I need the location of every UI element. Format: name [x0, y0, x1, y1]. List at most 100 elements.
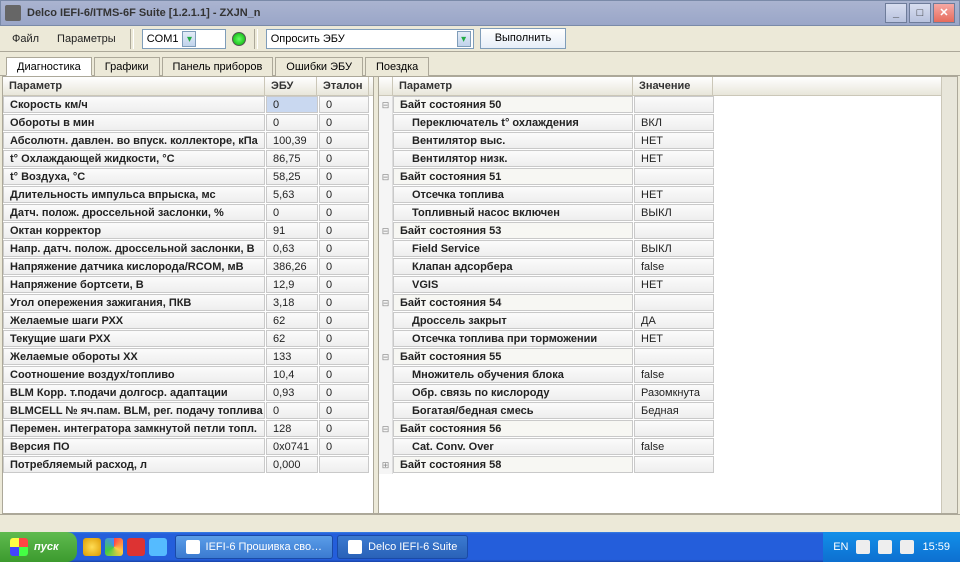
minimize-button[interactable]: _	[885, 3, 907, 23]
table-row[interactable]: Датч. полож. дроссельной заслонки, %00	[3, 204, 373, 222]
collapse-icon[interactable]: ⊟	[379, 294, 393, 312]
tree-branch[interactable]: ⊟Байт состояния 55	[379, 348, 941, 366]
collapse-icon[interactable]: ⊟	[379, 420, 393, 438]
table-row[interactable]: Напряжение бортсети, В12,90	[3, 276, 373, 294]
tab-diagnostics[interactable]: Диагностика	[6, 57, 92, 76]
param-name: Напряжение бортсети, В	[3, 276, 265, 293]
table-row[interactable]: BLM Корр. т.подачи долгоср. адаптации0,9…	[3, 384, 373, 402]
tab-dashboard[interactable]: Панель приборов	[162, 57, 274, 76]
tree-leaf[interactable]: Топливный насос включенВЫКЛ	[379, 204, 941, 222]
table-row[interactable]: Потребляемый расход, л0,000	[3, 456, 373, 474]
table-row[interactable]: Обороты в мин00	[3, 114, 373, 132]
task-button-active[interactable]: Delco IEFI-6 Suite	[337, 535, 468, 559]
table-row[interactable]: Соотношение воздух/топливо10,40	[3, 366, 373, 384]
language-indicator[interactable]: EN	[833, 541, 848, 553]
collapse-icon[interactable]: ⊞	[379, 456, 393, 474]
tree-leaf[interactable]: Обр. связь по кислородуРазомкнута	[379, 384, 941, 402]
ql-icon[interactable]	[149, 538, 167, 556]
param-name: Байт состояния 50	[393, 96, 633, 113]
clock[interactable]: 15:59	[922, 541, 950, 553]
ref-value: 0	[319, 330, 369, 347]
tree-leaf[interactable]: Отсечка топлива при торможенииНЕТ	[379, 330, 941, 348]
param-name: Отсечка топлива при торможении	[393, 330, 633, 347]
chevron-down-icon[interactable]	[182, 31, 196, 47]
tree-leaf[interactable]: Field ServiceВЫКЛ	[379, 240, 941, 258]
collapse-icon[interactable]: ⊟	[379, 348, 393, 366]
table-row[interactable]: Длительность импульса впрыска, мс5,630	[3, 186, 373, 204]
menu-file[interactable]: Файл	[6, 31, 45, 47]
tab-trip[interactable]: Поездка	[365, 57, 429, 76]
table-row[interactable]: Напр. датч. полож. дроссельной заслонки,…	[3, 240, 373, 258]
maximize-button[interactable]: □	[909, 3, 931, 23]
chrome-icon[interactable]	[105, 538, 123, 556]
table-row[interactable]: Перемен. интегратора замкнутой петли топ…	[3, 420, 373, 438]
table-row[interactable]: Скорость км/ч00	[3, 96, 373, 114]
tree-spacer	[379, 114, 393, 132]
scrollbar[interactable]	[941, 77, 957, 513]
tree-branch[interactable]: ⊟Байт состояния 51	[379, 168, 941, 186]
col-ecu[interactable]: ЭБУ	[265, 77, 317, 95]
tree-leaf[interactable]: Богатая/бедная смесьБедная	[379, 402, 941, 420]
table-row[interactable]: Абсолютн. давлен. во впуск. коллекторе, …	[3, 132, 373, 150]
tab-errors[interactable]: Ошибки ЭБУ	[275, 57, 363, 76]
left-grid-body[interactable]: Скорость км/ч00Обороты в мин00Абсолютн. …	[3, 96, 373, 513]
ecu-value: 62	[266, 312, 318, 329]
col-param[interactable]: Параметр	[393, 77, 633, 95]
col-param[interactable]: Параметр	[3, 77, 265, 95]
task-icon	[348, 540, 362, 554]
tree-leaf[interactable]: Переключатель t° охлажденияВКЛ	[379, 114, 941, 132]
task-label: IEFI-6 Прошивка сво…	[206, 541, 323, 553]
com-port-select[interactable]: COM1	[142, 29, 226, 49]
param-name: Байт состояния 51	[393, 168, 633, 185]
tree-leaf[interactable]: Вентилятор низк.НЕТ	[379, 150, 941, 168]
menu-params[interactable]: Параметры	[51, 31, 122, 47]
collapse-icon[interactable]: ⊟	[379, 168, 393, 186]
tree-branch[interactable]: ⊟Байт состояния 56	[379, 420, 941, 438]
table-row[interactable]: Версия ПО0x07410	[3, 438, 373, 456]
chevron-down-icon[interactable]	[457, 31, 471, 47]
tree-leaf[interactable]: Клапан адсорбераfalse	[379, 258, 941, 276]
param-value: НЕТ	[634, 132, 714, 149]
tree-leaf[interactable]: Множитель обучения блокаfalse	[379, 366, 941, 384]
col-ref[interactable]: Эталон	[317, 77, 369, 95]
tree-leaf[interactable]: Отсечка топливаНЕТ	[379, 186, 941, 204]
close-button[interactable]: ✕	[933, 3, 955, 23]
param-name: Абсолютн. давлен. во впуск. коллекторе, …	[3, 132, 265, 149]
start-button[interactable]: пуск	[0, 532, 77, 562]
table-row[interactable]: BLMCELL № яч.пам. BLM, рег. подачу топли…	[3, 402, 373, 420]
ql-icon[interactable]	[83, 538, 101, 556]
tray-icon[interactable]	[900, 540, 914, 554]
col-value[interactable]: Значение	[633, 77, 713, 95]
task-label: Delco IEFI-6 Suite	[368, 541, 457, 553]
task-button[interactable]: IEFI-6 Прошивка сво…	[175, 535, 334, 559]
execute-button[interactable]: Выполнить	[480, 28, 566, 49]
table-row[interactable]: Желаемые шаги РХХ620	[3, 312, 373, 330]
table-row[interactable]: Октан корректор910	[3, 222, 373, 240]
yandex-icon[interactable]	[127, 538, 145, 556]
table-row[interactable]: Текущие шаги РХХ620	[3, 330, 373, 348]
tree-leaf[interactable]: Вентилятор выс.НЕТ	[379, 132, 941, 150]
tree-branch[interactable]: ⊟Байт состояния 54	[379, 294, 941, 312]
right-grid-body[interactable]: ⊟Байт состояния 50Переключатель t° охлаж…	[379, 96, 941, 513]
left-grid: Параметр ЭБУ Эталон Скорость км/ч00Оборо…	[3, 77, 373, 513]
tray-icon[interactable]	[878, 540, 892, 554]
collapse-icon[interactable]: ⊟	[379, 222, 393, 240]
param-name: Вентилятор низк.	[393, 150, 633, 167]
command-select[interactable]: Опросить ЭБУ	[266, 29, 474, 49]
tree-leaf[interactable]: VGISНЕТ	[379, 276, 941, 294]
table-row[interactable]: Желаемые обороты ХХ1330	[3, 348, 373, 366]
table-row[interactable]: t° Воздуха, °C58,250	[3, 168, 373, 186]
tree-branch[interactable]: ⊟Байт состояния 50	[379, 96, 941, 114]
tree-branch[interactable]: ⊞Байт состояния 58	[379, 456, 941, 474]
table-row[interactable]: Напряжение датчика кислорода/RCOM, мВ386…	[3, 258, 373, 276]
tree-branch[interactable]: ⊟Байт состояния 53	[379, 222, 941, 240]
tree-leaf[interactable]: Cat. Conv. Overfalse	[379, 438, 941, 456]
collapse-icon[interactable]: ⊟	[379, 96, 393, 114]
table-row[interactable]: Угол опережения зажигания, ПКВ3,180	[3, 294, 373, 312]
ref-value: 0	[319, 222, 369, 239]
tray-icon[interactable]	[856, 540, 870, 554]
tab-graphs[interactable]: Графики	[94, 57, 160, 76]
param-name: t° Охлаждающей жидкости, °C	[3, 150, 265, 167]
table-row[interactable]: t° Охлаждающей жидкости, °C86,750	[3, 150, 373, 168]
tree-leaf[interactable]: Дроссель закрытДА	[379, 312, 941, 330]
